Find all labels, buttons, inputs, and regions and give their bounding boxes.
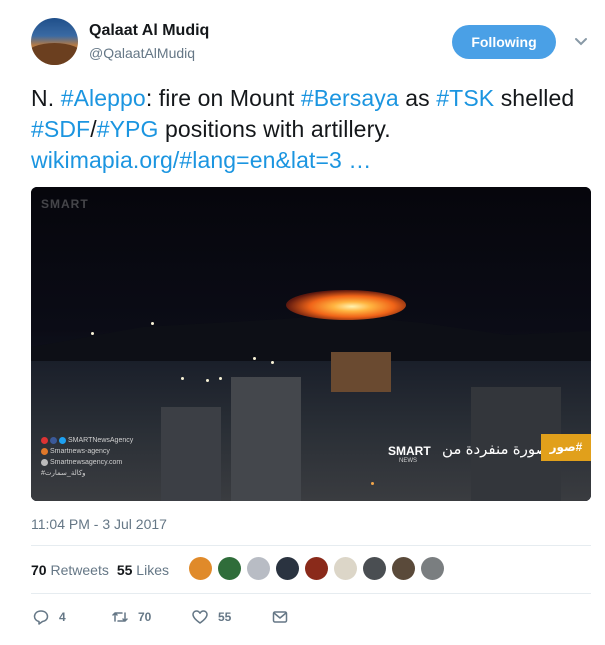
tweet-media-photo[interactable]: SMART SMARTNewsAgency Smartnews-agency S… <box>31 187 591 501</box>
likes-count: 55 <box>116 562 133 578</box>
retweets-count: 70 <box>31 562 47 578</box>
tweet-text-segment: positions with artillery. <box>158 116 391 142</box>
tweet-link[interactable]: #Bersaya <box>301 85 399 111</box>
instagram-icon <box>41 447 48 455</box>
liker-avatar[interactable] <box>363 557 386 580</box>
tweet-stats: 70 Retweets 55 Likes <box>31 562 169 578</box>
photo-light <box>206 379 209 382</box>
author-screen-name[interactable]: @QalaatAlMudiq <box>89 45 195 61</box>
facebook-icon <box>50 436 57 444</box>
photo-light <box>253 357 256 360</box>
social-handle-text: Smartnews-agency <box>50 448 110 455</box>
photo-fire-glow <box>286 290 406 320</box>
tweet-link[interactable]: wikimapia.org/#lang=en&lat=3 … <box>31 147 372 173</box>
social-line: Smartnews-agency <box>41 446 133 457</box>
tweet-text-segment: shelled <box>494 85 575 111</box>
globe-icon <box>41 458 48 466</box>
retweet-count: 70 <box>138 610 152 624</box>
photo-light <box>271 361 274 364</box>
photo-light <box>181 377 184 380</box>
youtube-icon <box>41 436 48 444</box>
liker-avatar[interactable] <box>392 557 415 580</box>
tweet-text: N. #Aleppo: fire on Mount #Bersaya as #T… <box>31 83 591 176</box>
photo-tag-badge: #صور <box>541 434 591 461</box>
likes-label: Likes <box>136 562 169 578</box>
photo-building <box>331 352 391 392</box>
reply-icon <box>33 610 49 625</box>
direct-message-button[interactable] <box>272 608 288 626</box>
following-button[interactable]: Following <box>452 25 556 59</box>
photo-building <box>161 407 221 501</box>
author-avatar[interactable] <box>31 18 78 65</box>
photo-light <box>219 377 222 380</box>
tweet-link[interactable]: #SDF <box>31 116 90 142</box>
social-line: SMARTNewsAgency <box>41 435 133 446</box>
reply-button[interactable]: 4 <box>33 608 66 626</box>
social-line: Smartnewsagency.com <box>41 457 133 468</box>
likes-stat[interactable]: 55 Likes <box>117 562 169 578</box>
tweet-text-segment: : fire on Mount <box>145 85 301 111</box>
photo-light <box>151 322 154 325</box>
divider <box>31 593 591 594</box>
reply-count: 4 <box>59 610 66 624</box>
avatar-hill-shape <box>31 43 78 65</box>
tweet-text-segment: as <box>398 85 437 111</box>
photo-light <box>371 482 374 485</box>
liker-avatar[interactable] <box>218 557 241 580</box>
tweet-link[interactable]: #TSK <box>436 85 494 111</box>
liker-avatar[interactable] <box>305 557 328 580</box>
photo-light <box>91 332 94 335</box>
tweet-timestamp[interactable]: 11:04 PM - 3 Jul 2017 <box>31 516 167 532</box>
retweets-stat[interactable]: 70 Retweets <box>31 562 109 578</box>
social-handle-text: SMARTNewsAgency <box>68 437 134 444</box>
retweet-button[interactable]: 70 <box>112 608 151 626</box>
retweet-icon <box>112 612 128 622</box>
envelope-icon <box>272 611 288 623</box>
photo-building <box>231 377 301 501</box>
like-count: 55 <box>218 610 232 624</box>
liker-avatar[interactable] <box>421 557 444 580</box>
social-hashtag-text: #وكالة_سمارت <box>41 470 86 477</box>
photo-smart-logo-sub: NEWS <box>399 458 417 464</box>
author-display-name[interactable]: Qalaat Al Mudiq <box>89 22 209 40</box>
photo-social-handles: SMARTNewsAgency Smartnews-agency Smartne… <box>41 435 133 479</box>
social-handle-text: Smartnewsagency.com <box>50 459 123 466</box>
tweet-card: Qalaat Al Mudiq @QalaatAlMudiq Following… <box>0 0 605 645</box>
liker-avatar[interactable] <box>276 557 299 580</box>
social-line: #وكالة_سمارت <box>41 468 133 479</box>
retweets-label: Retweets <box>50 562 109 578</box>
tweet-text-segment: N. <box>31 85 61 111</box>
divider <box>31 545 591 546</box>
chevron-down-icon[interactable] <box>574 34 588 48</box>
liker-avatar[interactable] <box>247 557 270 580</box>
photo-watermark: SMART <box>41 197 89 211</box>
tweet-link[interactable]: #YPG <box>97 116 159 142</box>
liker-avatars <box>189 557 450 581</box>
photo-smart-logo: SMART <box>388 444 431 458</box>
heart-icon <box>192 610 208 624</box>
tweet-link[interactable]: #Aleppo <box>61 85 146 111</box>
liker-avatar[interactable] <box>334 557 357 580</box>
liker-avatar[interactable] <box>189 557 212 580</box>
twitter-icon <box>59 436 66 444</box>
photo-exclusive-caption: صورة منفردة من <box>442 441 549 458</box>
like-button[interactable]: 55 <box>192 608 231 626</box>
